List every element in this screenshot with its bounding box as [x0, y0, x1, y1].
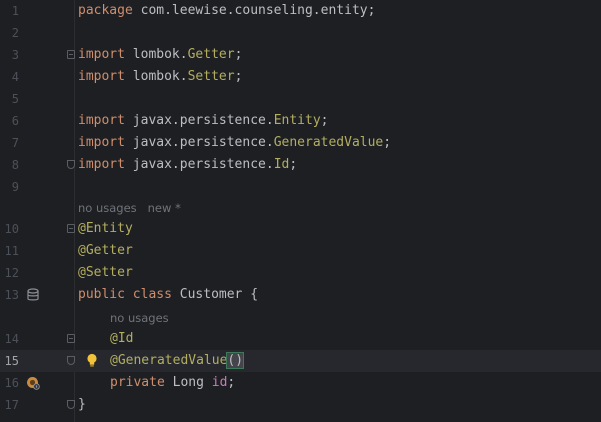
line-number: 6 [11, 114, 19, 128]
line-number: 14 [4, 332, 19, 346]
code-text[interactable]: @Entity [78, 218, 133, 240]
fold-end-icon[interactable] [67, 400, 75, 409]
code-text[interactable]: import javax.persistence.Id; [78, 154, 297, 176]
code-line[interactable]: 13 public class Customer { [0, 284, 601, 306]
code-line[interactable]: 2 [0, 22, 601, 44]
code-line-current[interactable]: 15 @GeneratedValue() [0, 350, 601, 372]
code-line[interactable]: 3 import lombok.Getter; [0, 44, 601, 66]
fold-end-icon[interactable] [67, 160, 75, 169]
code-line[interactable]: 4 import lombok.Setter; [0, 66, 601, 88]
code-text[interactable]: } [78, 394, 86, 416]
code-line[interactable]: 5 [0, 88, 601, 110]
code-line[interactable]: 10 @Entity [0, 218, 601, 240]
line-number: 10 [4, 222, 19, 236]
code-line[interactable]: 14 @Id [0, 328, 601, 350]
inlay-hint-row: no usages [0, 307, 601, 329]
line-number: 13 [4, 288, 19, 302]
code-line[interactable]: 16 private Long id; [0, 372, 601, 394]
code-line[interactable]: 1 package com.leewise.counseling.entity; [0, 0, 601, 22]
code-line[interactable]: 8 import javax.persistence.Id; [0, 154, 601, 176]
fold-icon[interactable] [67, 224, 75, 233]
line-number: 2 [11, 26, 19, 40]
code-text[interactable]: import javax.persistence.Entity; [78, 110, 328, 132]
bean-field-icon[interactable] [26, 376, 40, 390]
fold-icon[interactable] [67, 50, 75, 59]
matched-parens: () [226, 352, 245, 369]
code-text[interactable]: public class Customer { [78, 284, 258, 306]
line-number: 8 [11, 158, 19, 172]
fold-end-icon[interactable] [67, 356, 75, 365]
line-number: 16 [4, 376, 19, 390]
code-line[interactable]: 7 import javax.persistence.GeneratedValu… [0, 132, 601, 154]
line-number: 11 [4, 244, 19, 258]
code-text[interactable]: package com.leewise.counseling.entity; [78, 0, 375, 22]
line-number: 4 [11, 70, 19, 84]
fold-icon[interactable] [67, 334, 75, 343]
usage-hint[interactable]: no usages [110, 307, 169, 329]
code-text[interactable]: import javax.persistence.GeneratedValue; [78, 132, 391, 154]
usage-hint[interactable]: no usages new * [78, 197, 181, 219]
code-text[interactable]: import lombok.Setter; [78, 66, 242, 88]
lightbulb-icon[interactable] [86, 353, 98, 367]
line-number: 1 [11, 4, 19, 18]
line-number: 15 [4, 354, 19, 368]
line-number: 9 [11, 180, 19, 194]
code-text[interactable]: @Id [110, 328, 133, 350]
code-editor[interactable]: 1 package com.leewise.counseling.entity;… [0, 0, 601, 422]
code-text[interactable]: import lombok.Getter; [78, 44, 242, 66]
code-line[interactable]: 12 @Setter [0, 262, 601, 284]
line-number: 17 [4, 398, 19, 412]
code-text[interactable]: @Setter [78, 262, 133, 284]
line-number: 7 [11, 136, 19, 150]
line-number: 12 [4, 266, 19, 280]
line-number: 5 [11, 92, 19, 106]
code-line[interactable]: 11 @Getter [0, 240, 601, 262]
code-line[interactable]: 9 [0, 176, 601, 198]
code-line[interactable]: 17 } [0, 394, 601, 416]
code-text[interactable]: @Getter [78, 240, 133, 262]
database-icon[interactable] [26, 288, 40, 302]
inlay-hint-row: no usages new * [0, 197, 601, 219]
code-text[interactable]: @GeneratedValue() [110, 350, 245, 372]
code-text[interactable]: private Long id; [110, 372, 235, 394]
line-number: 3 [11, 48, 19, 62]
code-line[interactable]: 6 import javax.persistence.Entity; [0, 110, 601, 132]
